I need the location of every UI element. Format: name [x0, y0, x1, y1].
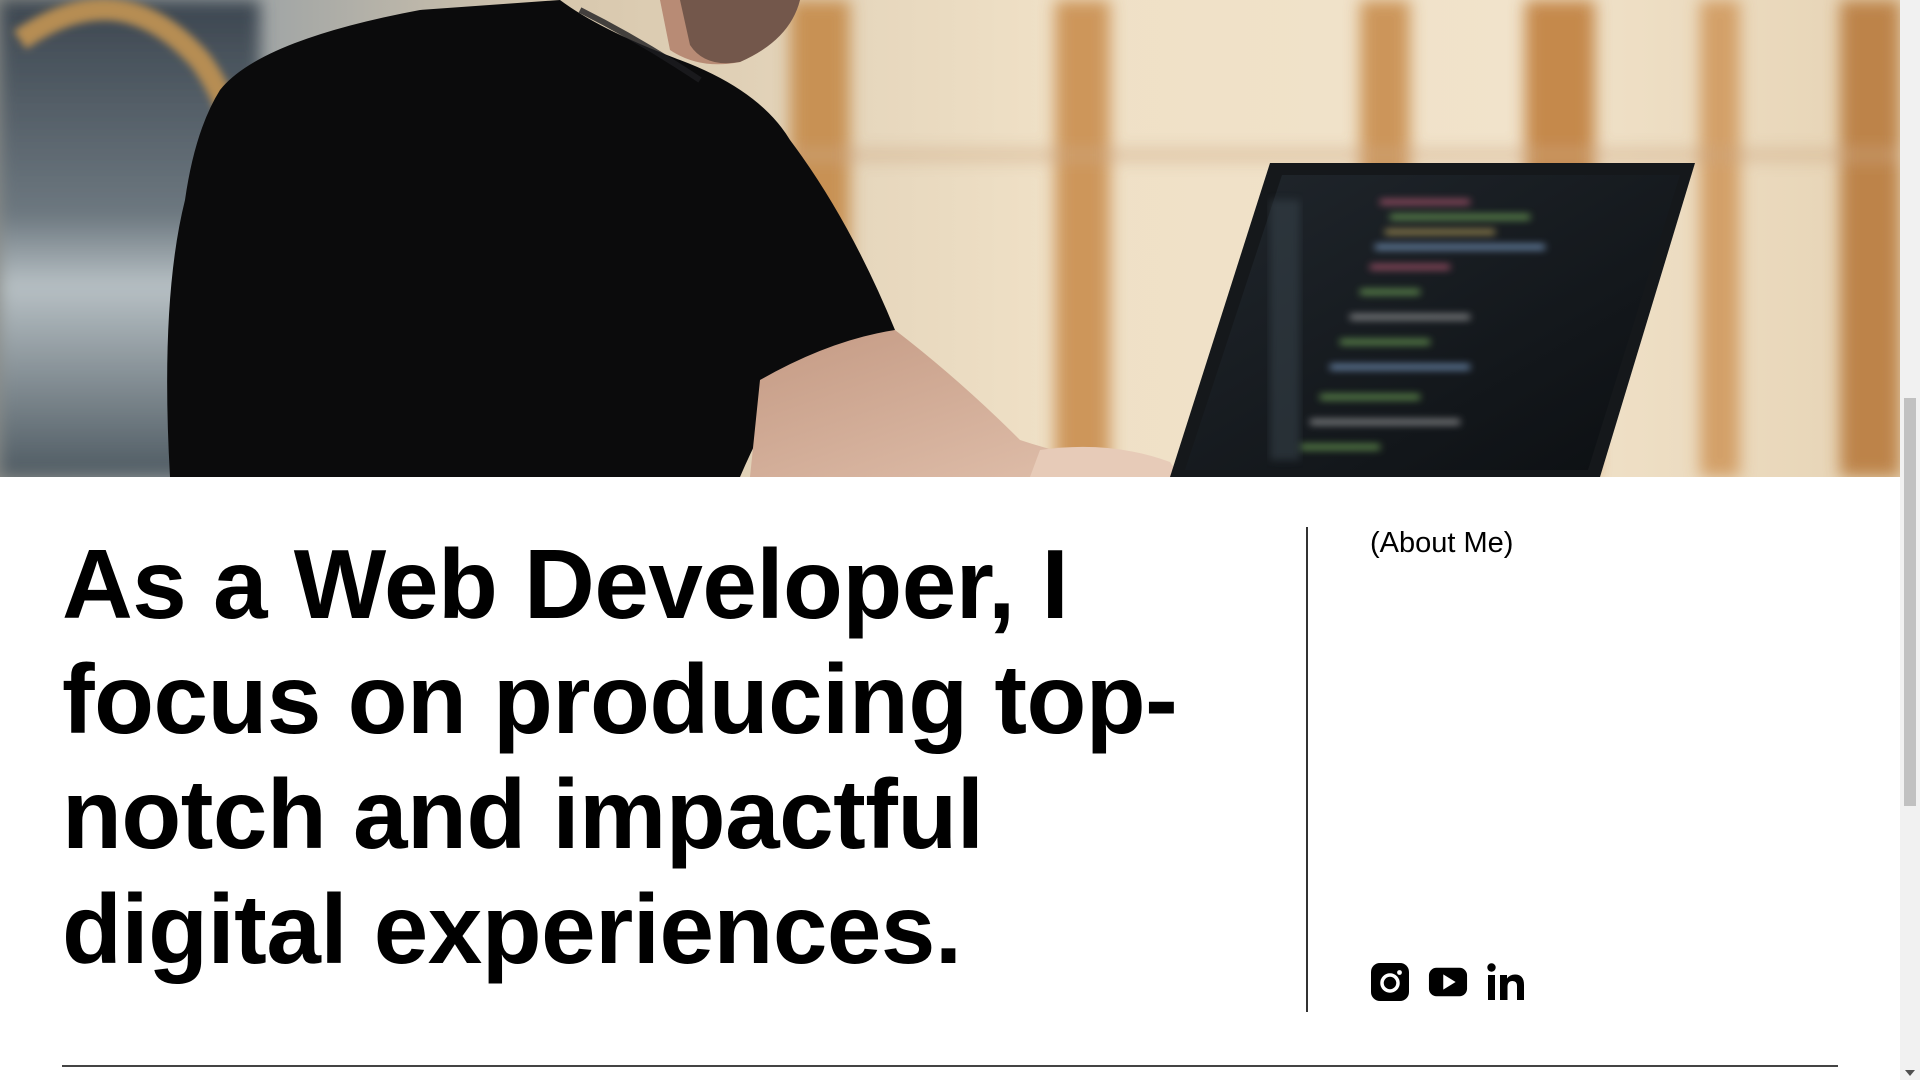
youtube-link[interactable] [1428, 962, 1468, 1002]
page: As a Web Developer, I focus on producing… [0, 0, 1920, 1080]
linkedin-icon [1487, 963, 1524, 1000]
instagram-icon [1371, 963, 1409, 1001]
vertical-divider [1306, 527, 1308, 1012]
social-links [1370, 962, 1526, 1002]
hero-photo-illustration [0, 0, 1900, 477]
scrollbar-thumb[interactable] [1904, 398, 1916, 806]
about-section: As a Web Developer, I focus on producing… [0, 477, 1900, 1080]
horizontal-divider [62, 1065, 1838, 1067]
linkedin-link[interactable] [1486, 962, 1526, 1002]
instagram-link[interactable] [1370, 962, 1410, 1002]
scroll-down-arrow-icon[interactable] [1905, 1070, 1915, 1076]
youtube-icon [1428, 967, 1468, 997]
vertical-scrollbar[interactable] [1900, 0, 1920, 1080]
about-headline: As a Web Developer, I focus on producing… [62, 529, 1178, 984]
hero-image [0, 0, 1900, 477]
about-me-label: (About Me) [1370, 527, 1514, 559]
